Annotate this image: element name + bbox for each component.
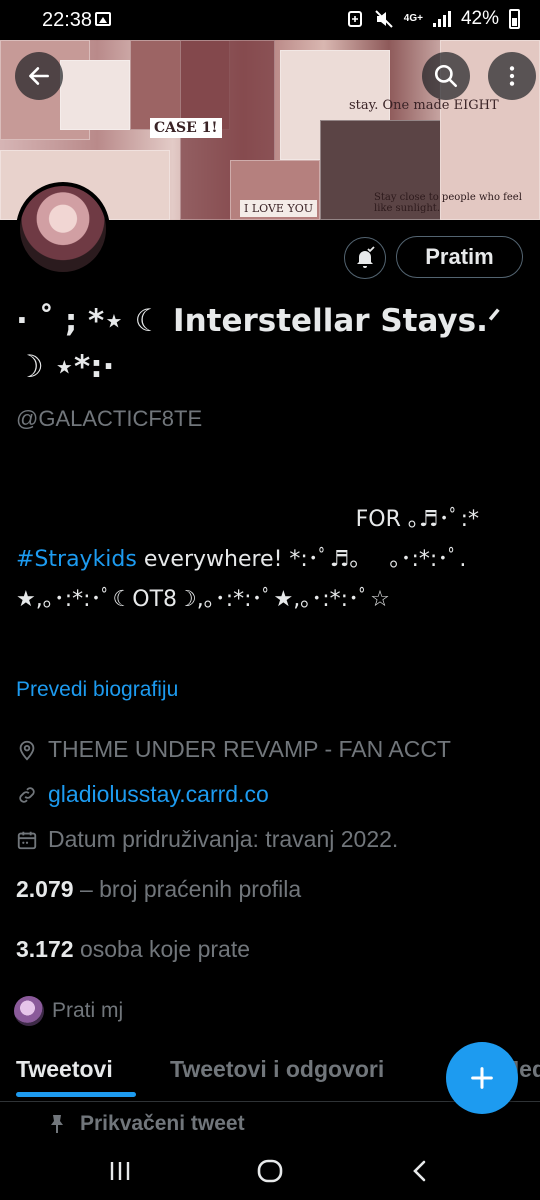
status-icons: 4G+ 42%	[346, 8, 520, 30]
chevron-left-icon	[413, 1160, 426, 1182]
arrow-left-icon	[29, 67, 49, 85]
followed-by-row[interactable]: Prati mj	[14, 996, 123, 1026]
profile-display-name: · ˚ ; *⋆ ☾ Interstellar Stays.ᐟ ☽ ⋆*:·	[16, 303, 502, 385]
tab-tweets[interactable]: Tweetovi	[16, 1056, 113, 1083]
banner-love-label: I LOVE YOU	[240, 200, 317, 217]
following-count: 2.079	[16, 876, 74, 902]
notifications-button[interactable]	[344, 237, 386, 279]
followers-stat[interactable]: 3.172 osoba koje prate	[16, 936, 250, 963]
compose-tweet-button[interactable]	[446, 1042, 518, 1114]
banner-stay-label: stay. One made EIGHT	[349, 98, 499, 113]
followed-by-text: Prati mj	[52, 999, 124, 1022]
bio-line-1: FOR ｡♬･ﾟ:*	[355, 507, 479, 532]
profile-bio: FOR ｡♬･ﾟ:* #Straykids everywhere! *:･ﾟ♬｡…	[16, 500, 524, 620]
banner-collage-tile	[60, 60, 130, 130]
link-icon	[19, 786, 35, 803]
pin-icon	[51, 1115, 63, 1133]
home-button[interactable]	[250, 1154, 290, 1188]
more-vertical-icon	[509, 66, 515, 86]
banner-quote-label: Stay close to people who feel like sunli…	[374, 192, 522, 214]
website-link[interactable]: gladiolusstay.carrd.co	[48, 781, 269, 808]
back-button[interactable]	[15, 52, 63, 100]
battery-icon	[509, 9, 520, 29]
active-tab-indicator	[16, 1092, 136, 1097]
follower-avatar	[14, 996, 44, 1026]
pinned-tweet-header: Prikvačeni tweet	[48, 1112, 245, 1136]
location-pin-icon	[19, 740, 35, 760]
bell-icon	[357, 246, 375, 268]
profile-join-date: Datum pridruživanja: travanj 2022.	[16, 826, 398, 853]
join-date-text: Datum pridruživanja: travanj 2022.	[48, 826, 399, 852]
followers-count: 3.172	[16, 936, 74, 962]
mute-icon	[375, 10, 393, 28]
recents-icon	[110, 1162, 130, 1180]
system-nav-bar	[0, 1140, 540, 1200]
status-bar: 22:38 4G+ 42%	[0, 0, 540, 40]
network-type: 4G+	[403, 13, 423, 24]
bio-line-2: #Straykids everywhere! *:･ﾟ♬｡ ｡･:*:･ﾟ.	[16, 540, 524, 580]
pinned-label: Prikvačeni tweet	[80, 1112, 245, 1135]
profile-handle: @GALACTICF8TE	[16, 406, 203, 431]
system-back-button[interactable]	[400, 1154, 440, 1188]
profile-location: THEME UNDER REVAMP - FAN ACCT	[16, 736, 451, 763]
recycle-icon	[347, 11, 362, 27]
followers-label: osoba koje prate	[73, 936, 251, 962]
tab-tweets-and-replies[interactable]: Tweetovi i odgovori	[170, 1056, 384, 1083]
more-options-button[interactable]	[488, 52, 536, 100]
profile-avatar[interactable]	[16, 182, 110, 276]
plus-icon	[471, 1067, 493, 1089]
signal-icon	[432, 11, 451, 27]
search-button[interactable]	[422, 52, 470, 100]
bio-line-2-text: everywhere! *:･ﾟ♬｡ ｡･:*:･ﾟ.	[136, 547, 467, 572]
battery-percent: 42%	[460, 8, 499, 29]
bio-line-3: ★,｡･:*:･ﾟ☾OT8☽,｡･:*:･ﾟ★,｡･:*:･ﾟ☆	[16, 587, 390, 612]
banner-case-label: CASE 1!	[150, 118, 222, 138]
search-icon	[434, 64, 458, 88]
profile-website: gladiolusstay.carrd.co	[16, 781, 269, 808]
profile-screen: 22:38 4G+ 42% CASE 1! I LOVE YOU stay. O…	[0, 0, 540, 1200]
calendar-icon	[17, 831, 37, 849]
following-button[interactable]: Pratim	[396, 236, 523, 278]
bio-hashtag-link[interactable]: #Straykids	[16, 547, 137, 572]
translate-bio-link[interactable]: Prevedi biografiju	[16, 678, 178, 702]
gallery-notification-icon	[95, 12, 111, 26]
home-circle-icon	[257, 1159, 283, 1183]
following-label: – broj praćenih profila	[73, 876, 302, 902]
location-text: THEME UNDER REVAMP - FAN ACCT	[48, 736, 451, 762]
status-time: 22:38	[42, 9, 93, 31]
recents-button[interactable]	[100, 1154, 140, 1188]
following-stat[interactable]: 2.079 – broj praćenih profila	[16, 876, 301, 903]
